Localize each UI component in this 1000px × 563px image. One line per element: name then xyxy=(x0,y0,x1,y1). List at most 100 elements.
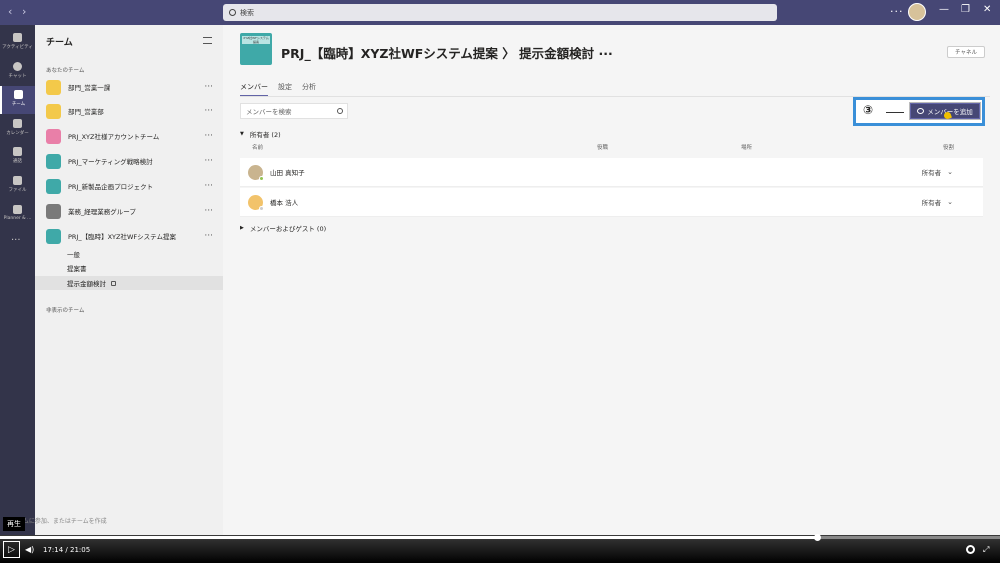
fullscreen-icon[interactable]: ⤢ xyxy=(983,545,989,555)
channel-item[interactable]: 提案書 xyxy=(35,261,223,275)
search-icon xyxy=(337,108,343,114)
member-role[interactable]: 所有者 xyxy=(922,197,942,207)
callout-line xyxy=(886,112,904,113)
channel-item-selected[interactable]: 提示金額検討 xyxy=(35,276,223,290)
minimize-icon[interactable]: — xyxy=(939,4,949,15)
filter-icon[interactable] xyxy=(203,37,212,44)
rail-planner[interactable]: Planner & ... xyxy=(0,201,35,229)
team-item[interactable]: 業務_経理業務グループ ··· xyxy=(35,199,223,223)
play-button[interactable]: ▷ xyxy=(3,541,20,558)
team-item[interactable]: PRJ_マーケティング戦略検討 ··· xyxy=(35,149,223,173)
more-icon[interactable]: ··· xyxy=(204,156,213,166)
page-title: PRJ_【臨時】XYZ社WFシステム提案 〉 提示金額検討 ··· xyxy=(281,46,613,61)
file-icon xyxy=(13,176,22,185)
member-search-input[interactable]: メンバーを検索 xyxy=(240,103,348,119)
time-readout: 17:14 / 21:05 xyxy=(43,546,91,554)
forward-icon[interactable]: › xyxy=(22,6,26,18)
rail-teams[interactable]: チーム xyxy=(0,86,35,114)
calendar-icon xyxy=(13,119,22,128)
play-tooltip: 再生 xyxy=(3,517,25,531)
planner-icon xyxy=(13,205,22,214)
channel-button-label: チャネル xyxy=(955,50,977,56)
channel-name: 提示金額検討 xyxy=(67,280,106,288)
team-logo: XYZ社WFシステム提案 xyxy=(240,33,272,65)
rail-label: Planner & ... xyxy=(3,216,32,221)
member-role[interactable]: 所有者 xyxy=(922,167,942,177)
create-team-link[interactable]: チームに参加、またはチームを作成 xyxy=(11,516,107,525)
back-icon[interactable]: ‹ xyxy=(8,6,12,18)
channel-button[interactable]: チャネル xyxy=(947,46,985,58)
tab-bar: メンバー 設定 分析 xyxy=(240,82,316,97)
team-item[interactable]: 部門_営業部 ··· xyxy=(35,99,223,123)
status-available-icon xyxy=(259,175,264,181)
rail-label: チーム xyxy=(11,102,26,107)
main-content: XYZ社WFシステム提案 PRJ_【臨時】XYZ社WFシステム提案 〉 提示金額… xyxy=(223,25,1000,535)
owners-section-toggle[interactable]: ▼ 所有者 (2) xyxy=(240,129,281,139)
chevron-down-icon[interactable]: ⌄ xyxy=(947,168,953,176)
callout-number: ③ xyxy=(863,103,874,117)
tab-settings[interactable]: 設定 xyxy=(278,82,292,97)
rail-label: チャット xyxy=(8,74,27,79)
teams-panel: チーム あなたのチーム 部門_営業一課 ··· 部門_営業部 ··· PRJ_XYZ… xyxy=(35,25,223,535)
progress-bar[interactable] xyxy=(0,534,1000,541)
more-icon[interactable]: ··· xyxy=(204,82,213,92)
total-time: 21:05 xyxy=(70,546,91,554)
app-rail: アクティビティ チャット チーム カレンダー 通話 ファイル Planner &… xyxy=(0,25,35,563)
member-row[interactable]: 山田 真知子 所有者 ⌄ xyxy=(240,158,983,187)
team-logo xyxy=(46,228,61,244)
rail-label: ファイル xyxy=(8,188,27,193)
more-options-icon[interactable]: ··· xyxy=(890,5,904,18)
rail-files[interactable]: ファイル xyxy=(0,172,35,200)
rail-activity[interactable]: アクティビティ xyxy=(0,29,35,57)
team-logo xyxy=(46,103,61,119)
team-item[interactable]: 部門_営業一課 ··· xyxy=(35,75,223,99)
progress-fill xyxy=(0,536,817,539)
search-input[interactable]: 検索 xyxy=(223,4,777,21)
volume-icon[interactable]: ◀) xyxy=(25,545,34,554)
team-item[interactable]: PRJ_XYZ社様アカウントチーム ··· xyxy=(35,124,223,148)
tab-analytics[interactable]: 分析 xyxy=(302,82,316,97)
rail-calendar[interactable]: カレンダー xyxy=(0,115,35,143)
rail-label: 通話 xyxy=(13,159,22,164)
tab-members[interactable]: メンバー xyxy=(240,82,268,97)
rail-chat[interactable]: チャット xyxy=(0,58,35,86)
more-apps-icon[interactable]: ··· xyxy=(11,235,21,246)
panel-title: チーム xyxy=(46,38,73,48)
status-offline-icon xyxy=(259,205,264,211)
team-name: PRJ_新製品企画プロジェクト xyxy=(68,183,154,191)
team-name: PRJ_【臨時】XYZ社WFシステム提案 xyxy=(68,233,176,241)
more-icon[interactable]: ··· xyxy=(204,181,213,191)
channel-item[interactable]: 一般 xyxy=(35,247,223,261)
team-name: PRJ_マーケティング戦略検討 xyxy=(68,158,153,166)
team-logo xyxy=(46,128,61,144)
search-placeholder: 検索 xyxy=(240,8,254,17)
chevron-down-icon[interactable]: ⌄ xyxy=(947,198,953,206)
more-icon[interactable]: ··· xyxy=(204,206,213,216)
team-item[interactable]: PRJ_【臨時】XYZ社WFシステム提案 ··· xyxy=(35,224,223,248)
guests-section-toggle[interactable]: ▶ メンバーおよびゲスト (0) xyxy=(240,223,326,233)
more-icon[interactable]: ··· xyxy=(204,131,213,141)
play-icon: ▷ xyxy=(8,544,15,555)
logo-text: XYZ社WFシステム提案 xyxy=(242,36,270,44)
team-name: PRJ_XYZ社様アカウントチーム xyxy=(68,133,160,141)
member-row[interactable]: 橋本 浩人 所有者 ⌄ xyxy=(240,188,983,217)
maximize-icon[interactable]: ❐ xyxy=(961,4,970,15)
avatar[interactable] xyxy=(908,3,926,21)
team-name: 部門_営業部 xyxy=(68,108,104,116)
team-item[interactable]: PRJ_新製品企画プロジェクト ··· xyxy=(35,174,223,198)
rail-calls[interactable]: 通話 xyxy=(0,143,35,171)
caret-down-icon: ▼ xyxy=(240,131,244,137)
more-icon[interactable]: ··· xyxy=(204,231,213,241)
channel-name: 一般 xyxy=(67,251,80,259)
close-icon[interactable]: ✕ xyxy=(983,4,991,15)
progress-handle[interactable] xyxy=(814,534,821,541)
settings-icon[interactable] xyxy=(966,545,975,554)
avatar xyxy=(248,194,264,211)
hidden-teams-label[interactable]: 非表示のチーム xyxy=(46,306,84,314)
more-icon[interactable]: ··· xyxy=(204,106,213,116)
callout-box: ③ メンバーを追加 xyxy=(853,97,985,126)
video-controls xyxy=(0,535,1000,563)
team-logo xyxy=(46,203,61,219)
team-logo xyxy=(46,79,61,95)
rail-label: カレンダー xyxy=(6,131,29,136)
